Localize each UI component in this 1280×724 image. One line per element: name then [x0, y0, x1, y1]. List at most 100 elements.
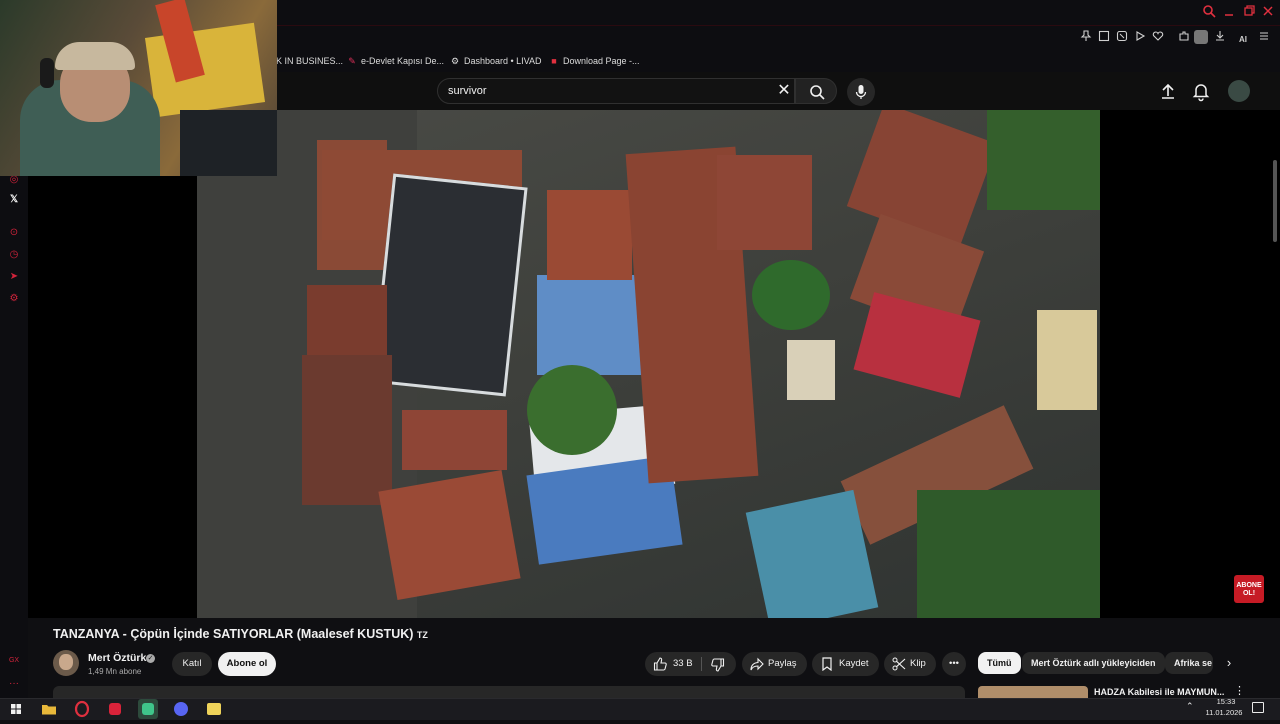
- scrollbar-thumb[interactable]: [1273, 160, 1277, 242]
- badge-line-1: ABONE: [1236, 582, 1262, 589]
- profile-avatar-icon[interactable]: [1194, 30, 1210, 46]
- webcam-overlay: [0, 0, 277, 176]
- sidebar-send-icon[interactable]: ➤: [6, 269, 22, 285]
- video-title-text: TANZANYA - Çöpün İçinde SATIYORLAR (Maal…: [53, 627, 414, 641]
- like-divider: [701, 657, 702, 671]
- bookmark-item[interactable]: ⚙ Dashboard • LIVAD: [449, 53, 542, 69]
- share-icon: [750, 657, 764, 671]
- channel-name[interactable]: Mert Öztürk: [88, 652, 146, 664]
- extension-shield-icon[interactable]: [1114, 30, 1130, 46]
- bookmark-label: e-Devlet Kapısı De...: [361, 56, 445, 66]
- recommended-more-icon[interactable]: ⋮: [1234, 684, 1245, 697]
- sidebar-settings-icon[interactable]: ⚙: [6, 291, 22, 307]
- sidebar-player-icon[interactable]: ⊙: [6, 225, 22, 241]
- webcam-headphones: [40, 58, 54, 88]
- aria-ai-icon[interactable]: AI: [1232, 30, 1254, 46]
- menu-icon[interactable]: [1256, 30, 1272, 46]
- scissors-icon: [892, 657, 906, 671]
- discord-icon[interactable]: [171, 699, 191, 719]
- recommended-thumbnail[interactable]: [978, 686, 1088, 698]
- like-button[interactable]: 33 B: [645, 652, 701, 676]
- app-green-icon[interactable]: [138, 699, 158, 719]
- aerial-roof: [307, 285, 387, 355]
- thumbs-down-icon: [711, 658, 725, 672]
- chip-from-uploader[interactable]: Mert Öztürk adlı yükleyiciden: [1022, 652, 1165, 674]
- microphone-icon: [855, 85, 867, 99]
- notifications-button[interactable]: [1190, 80, 1212, 102]
- aerial-roof: [402, 410, 507, 470]
- video-frame[interactable]: [197, 110, 1100, 618]
- extensions-icon[interactable]: [1176, 30, 1192, 46]
- clock-date[interactable]: 11.01.2026: [1202, 708, 1246, 717]
- file-explorer-icon[interactable]: [39, 699, 59, 719]
- aerial-blue-roof: [537, 275, 647, 375]
- edevlet-icon: ✎: [348, 56, 356, 66]
- subscriber-count: 1,49 Mn abone: [88, 667, 142, 676]
- app-red-icon[interactable]: [105, 699, 125, 719]
- dislike-button[interactable]: [704, 652, 734, 676]
- bookmark-item[interactable]: ✎ e-Devlet Kapısı De...: [346, 53, 444, 69]
- webcam-person-cap: [55, 42, 135, 70]
- notifications-icon[interactable]: [1252, 702, 1264, 713]
- close-window-icon[interactable]: [1259, 4, 1277, 22]
- upload-button[interactable]: [1157, 80, 1179, 102]
- search-tabs-icon[interactable]: [1200, 4, 1218, 22]
- sidebar-gx-icon[interactable]: GX: [6, 653, 22, 669]
- clip-button[interactable]: Klip: [884, 652, 936, 676]
- sidebar-history-icon[interactable]: ◷: [6, 247, 22, 263]
- thumbs-up-icon: [653, 657, 667, 671]
- webcam-monitor: [180, 110, 277, 176]
- recommended-title[interactable]: HADZA Kabilesi ile MAYMUN...: [1094, 687, 1224, 697]
- channel-avatar[interactable]: [53, 650, 79, 676]
- chevron-right-icon[interactable]: ›: [1219, 653, 1239, 673]
- bookmark-label: Download Page -...: [563, 56, 640, 66]
- account-avatar[interactable]: [1228, 80, 1250, 102]
- search-button[interactable]: [795, 78, 837, 104]
- aerial-roof: [302, 355, 392, 505]
- app-yellow-icon[interactable]: [204, 699, 224, 719]
- aerial-tree: [752, 260, 830, 330]
- sidebar-x-icon[interactable]: 𝕏: [6, 192, 22, 208]
- subscribe-button[interactable]: Abone ol: [218, 652, 276, 676]
- search-input[interactable]: [448, 82, 758, 100]
- search-icon: [810, 85, 825, 100]
- clip-label: Klip: [910, 658, 926, 669]
- join-button[interactable]: Katıl: [172, 652, 212, 676]
- pin-icon[interactable]: [1078, 30, 1094, 46]
- bookmark-item[interactable]: ■ Download Page -...: [548, 53, 640, 69]
- bookmark-label: K IN BUSINES...: [276, 56, 344, 66]
- clock-time[interactable]: 15:33: [1206, 697, 1246, 706]
- bookmark-icon: [822, 657, 832, 671]
- bell-icon: [1192, 84, 1210, 102]
- voice-search-button[interactable]: [847, 78, 875, 106]
- heart-icon[interactable]: [1150, 30, 1166, 46]
- tray-chevron-up-icon[interactable]: ⌃: [1186, 701, 1194, 712]
- save-button[interactable]: Kaydet: [812, 652, 879, 676]
- minimize-icon[interactable]: [1220, 4, 1238, 22]
- bookmark-item[interactable]: K IN BUSINES...: [276, 53, 343, 69]
- sidebar-more-icon[interactable]: ···: [6, 676, 22, 692]
- description-box[interactable]: [53, 686, 965, 698]
- play-icon[interactable]: [1132, 30, 1148, 46]
- aerial-roof: [787, 340, 835, 400]
- snapshot-icon[interactable]: [1096, 30, 1112, 46]
- bookmark-label: Dashboard • LIVAD: [464, 56, 542, 66]
- aerial-roof: [378, 469, 521, 601]
- badge-line-2: OL!: [1242, 590, 1256, 597]
- share-button[interactable]: Paylaş: [742, 652, 807, 676]
- chip-all[interactable]: Tümü: [978, 652, 1021, 674]
- clear-search-icon[interactable]: ✕: [773, 80, 795, 102]
- subscribe-overlay-badge[interactable]: ABONE OL!: [1234, 575, 1264, 603]
- verified-badge-icon: ✓: [146, 654, 155, 663]
- windows-start-icon[interactable]: [6, 699, 26, 719]
- opera-gx-icon[interactable]: [72, 699, 92, 719]
- download-icon[interactable]: [1212, 30, 1228, 46]
- more-actions-button[interactable]: •••: [942, 652, 966, 676]
- video-title: TANZANYA - Çöpün İçinde SATIYORLAR (Maal…: [53, 627, 753, 645]
- ai-label: AI: [1239, 35, 1247, 44]
- restore-icon[interactable]: [1240, 4, 1258, 22]
- aerial-tree: [527, 365, 617, 455]
- chip-africa[interactable]: Afrika se: [1165, 652, 1213, 674]
- download-page-icon: ■: [551, 56, 557, 66]
- aerial-trees: [917, 490, 1100, 618]
